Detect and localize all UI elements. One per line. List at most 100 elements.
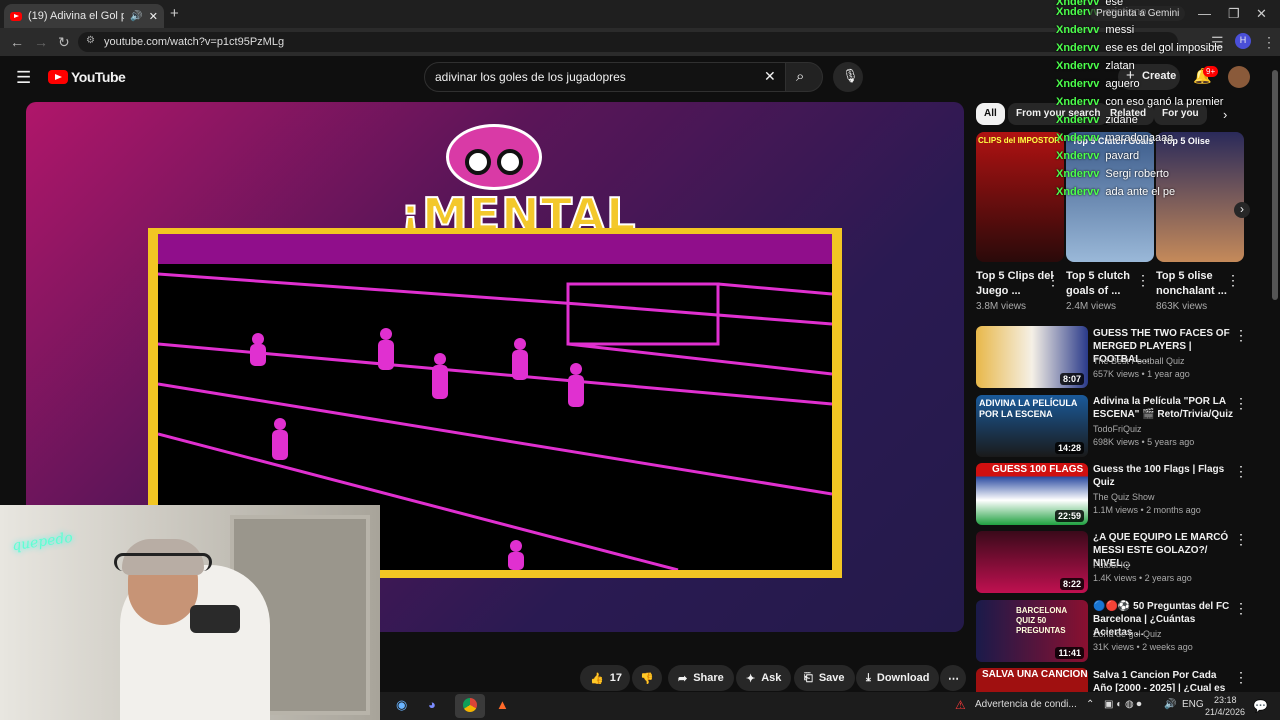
streamer-head: [114, 539, 212, 625]
more-actions-button[interactable]: ⋯: [940, 665, 966, 691]
short-more-icon[interactable]: ⋮: [1226, 272, 1240, 289]
notification-center-icon[interactable]: 💬: [1253, 699, 1268, 713]
video-thumbnail[interactable]: SALVA UNA CANCION: [976, 668, 1088, 692]
video-duration: 22:59: [1054, 510, 1084, 522]
video-title[interactable]: Guess the 100 Flags | Flags Quiz: [1093, 463, 1233, 489]
profile-avatar[interactable]: H: [1235, 33, 1251, 49]
reload-icon[interactable]: ↻: [58, 34, 70, 51]
search-button[interactable]: ⌕: [785, 62, 823, 92]
ask-button[interactable]: ✦ Ask: [736, 665, 792, 691]
chips-next-chevron-icon[interactable]: ›: [1223, 107, 1227, 122]
download-icon: ⤓: [866, 671, 871, 684]
dislike-button[interactable]: 👎: [632, 665, 662, 691]
chat-username: Xndervv: [1056, 60, 1100, 72]
video-thumbnail[interactable]: 8:22: [976, 531, 1088, 593]
new-tab-button[interactable]: +: [170, 5, 179, 22]
search-value: adivinar los goles de los jugadopres: [435, 70, 626, 84]
tray-icons[interactable]: ▣ ◐ ◍ ⏺: [1104, 699, 1142, 710]
share-arrow-icon: ➦: [678, 672, 688, 685]
video-more-icon[interactable]: ⋮: [1234, 669, 1248, 686]
like-count: 17: [609, 672, 622, 684]
youtube-logo-icon[interactable]: [48, 70, 68, 84]
warning-icon: ⚠: [955, 698, 966, 712]
maximize-icon[interactable]: ❐: [1228, 6, 1240, 22]
speaker-icon[interactable]: 🔊: [130, 11, 142, 22]
search-icon: ⌕: [796, 68, 805, 85]
video-channel[interactable]: The Best Football Quiz: [1093, 356, 1185, 366]
shorts-next-chevron-icon[interactable]: ›: [1234, 202, 1250, 218]
scrollbar-thumb[interactable]: [1272, 70, 1278, 300]
short-thumbnail[interactable]: CLIPS del IMPOSTOR: [976, 132, 1064, 262]
thumbs-down-icon: 👎: [640, 672, 654, 685]
chat-message: Xndervv ada ante el pe: [1056, 186, 1175, 198]
site-info-icon[interactable]: ⚙: [86, 35, 95, 46]
short-views: 863K views: [1156, 301, 1208, 312]
video-more-icon[interactable]: ⋮: [1234, 395, 1248, 412]
chat-text: ese es del gol imposible: [1105, 42, 1223, 54]
brave-icon[interactable]: ▲: [496, 697, 509, 712]
short-more-icon[interactable]: ⋮: [1046, 272, 1060, 289]
address-bar[interactable]: ⚙ youtube.com/watch?v=p1ct95PzMLg: [78, 32, 1178, 52]
back-icon[interactable]: ←: [10, 34, 24, 50]
video-thumbnail[interactable]: 8:07: [976, 326, 1088, 388]
language-indicator[interactable]: ENG: [1182, 699, 1204, 710]
youtube-logo-text[interactable]: YouTube: [71, 69, 126, 85]
save-button[interactable]: ⎗ Save: [794, 665, 855, 691]
voice-search-button[interactable]: 🎙: [833, 62, 863, 92]
menu-kebab-icon[interactable]: ⋮: [1262, 34, 1276, 51]
video-duration: 8:22: [1059, 578, 1084, 590]
windows-taskbar: [380, 692, 1280, 720]
share-button[interactable]: ➦ Share: [668, 665, 734, 691]
video-thumbnail[interactable]: ADIVINA LA PELÍCULA POR LA ESCENA 14:28: [976, 395, 1088, 457]
short-views: 3.8M views: [976, 301, 1027, 312]
chat-text: aguero: [1105, 78, 1140, 90]
video-more-icon[interactable]: ⋮: [1234, 463, 1248, 480]
video-thumbnail[interactable]: BARCELONA QUIZ 50 PREGUNTAS 11:41: [976, 600, 1088, 662]
ask-gemini-button[interactable]: Pregunta a Gemini: [1090, 6, 1186, 21]
youtube-favicon-icon: [10, 11, 22, 21]
chat-message: Xndervv ese es del gol imposible: [1056, 42, 1223, 54]
short-title[interactable]: Top 5 clutch goals of ...: [1066, 269, 1146, 299]
clear-search-icon[interactable]: ✕: [764, 68, 776, 85]
chat-message: Xndervv zlatan: [1056, 60, 1135, 72]
clock-date[interactable]: 21/4/2026: [1205, 707, 1245, 717]
video-thumbnail[interactable]: GUESS 100 FLAGS 22:59: [976, 463, 1088, 525]
download-button[interactable]: ⤓ Download: [856, 665, 940, 691]
clock-time[interactable]: 23:18: [1214, 695, 1237, 705]
chat-text: Sergi roberto: [1105, 168, 1170, 180]
account-avatar[interactable]: [1228, 66, 1250, 88]
video-duration: 11:41: [1055, 647, 1084, 659]
volume-icon[interactable]: 🔊: [1164, 699, 1176, 710]
steam-icon[interactable]: ◉: [396, 697, 407, 713]
chip-all[interactable]: All: [976, 103, 1005, 125]
short-more-icon[interactable]: ⋮: [1136, 272, 1150, 289]
bookmark-icon: ⎗: [804, 671, 813, 684]
video-meta: 657K views • 1 year ago: [1093, 369, 1190, 379]
like-button[interactable]: 👍 17: [580, 665, 630, 691]
minimize-icon[interactable]: —: [1198, 6, 1211, 21]
video-channel[interactable]: The Quiz Show: [1093, 492, 1155, 502]
video-more-icon[interactable]: ⋮: [1234, 600, 1248, 617]
video-meta: 698K views • 5 years ago: [1093, 437, 1195, 447]
video-channel[interactable]: TodoFriQuiz: [1093, 424, 1142, 434]
notification-badge: 9+: [1203, 66, 1219, 77]
hamburger-menu-icon[interactable]: ☰: [16, 68, 31, 88]
weather-warning-text[interactable]: Advertencia de condi...: [975, 699, 1077, 710]
tray-chevron-icon[interactable]: ⌃: [1086, 699, 1094, 710]
video-title[interactable]: Adivina la Película "POR LA ESCENA" 🎬 Re…: [1093, 395, 1233, 421]
video-more-icon[interactable]: ⋮: [1234, 531, 1248, 548]
video-channel[interactable]: Zona de gol Quiz: [1093, 629, 1162, 639]
close-window-icon[interactable]: ✕: [1256, 6, 1267, 22]
browser-tab[interactable]: (19) Adivina el Gol por la sil 🔊 ✕: [4, 4, 164, 28]
chrome-taskbar-button[interactable]: [455, 694, 485, 718]
discord-icon[interactable]: ◕: [428, 697, 436, 712]
tab-close-icon[interactable]: ✕: [149, 10, 158, 23]
video-channel[interactable]: Futbol IQ: [1093, 560, 1130, 570]
video-more-icon[interactable]: ⋮: [1234, 327, 1248, 344]
short-title[interactable]: Top 5 olise nonchalant ...: [1156, 269, 1236, 299]
thumbnail-text: BARCELONA QUIZ 50 PREGUNTAS: [1016, 606, 1067, 635]
forward-icon[interactable]: →: [34, 34, 48, 50]
search-input[interactable]: adivinar los goles de los jugadopres: [424, 62, 786, 92]
short-title[interactable]: Top 5 Clips del Juego ...: [976, 269, 1056, 299]
short-views: 2.4M views: [1066, 301, 1117, 312]
